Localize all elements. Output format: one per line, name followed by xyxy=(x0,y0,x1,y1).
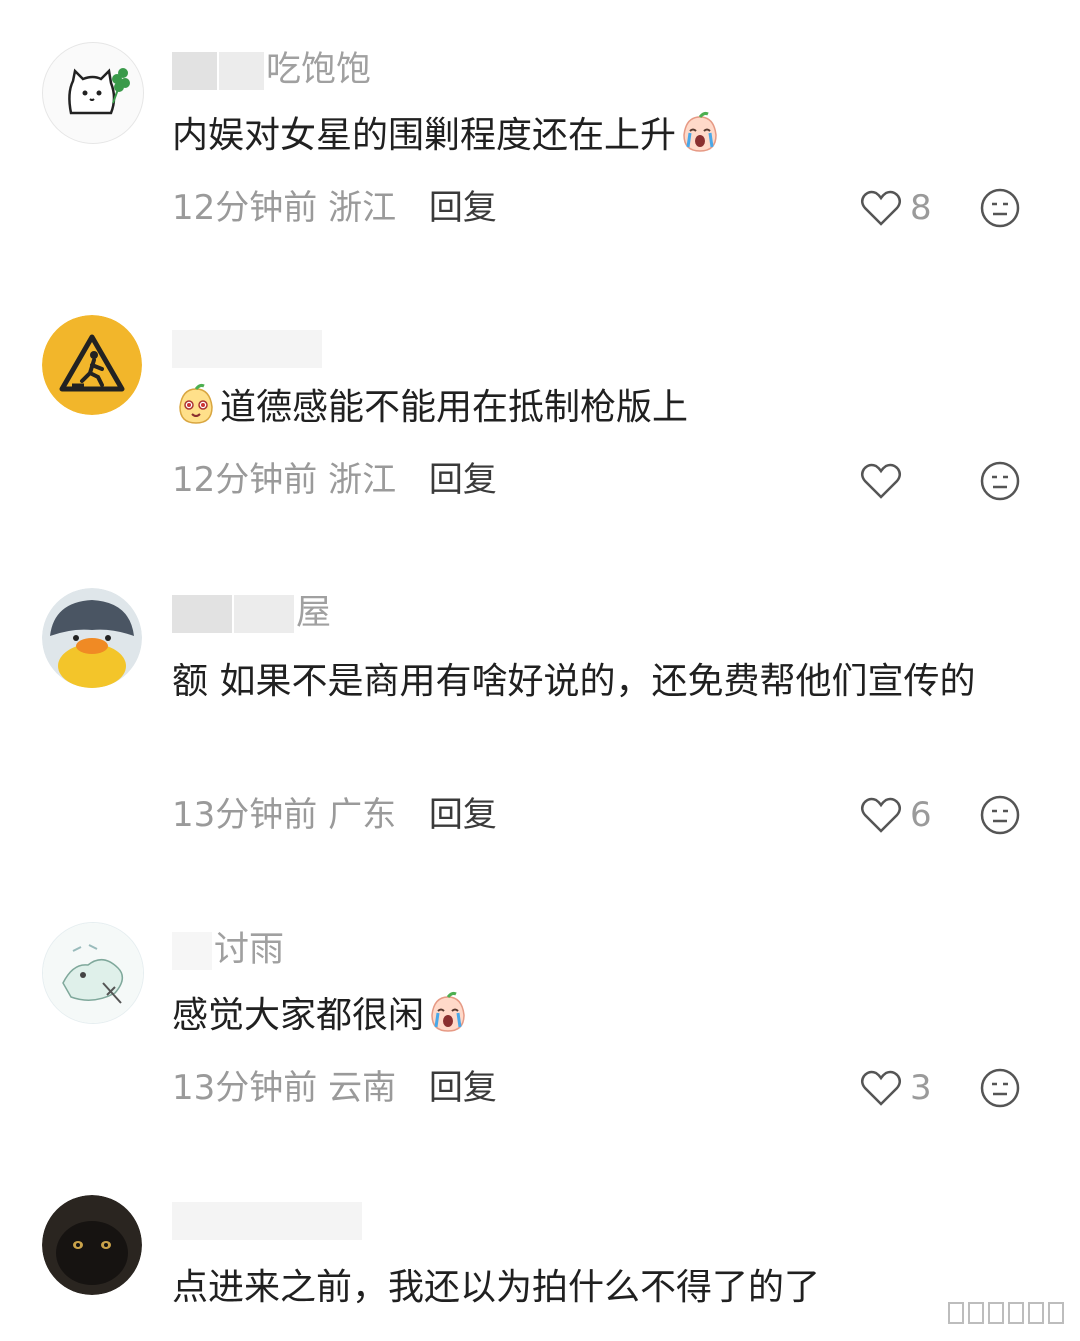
comment-text: 感觉大家都很闲 xyxy=(172,986,1012,1046)
comment-location: 浙江 xyxy=(328,188,397,228)
comment-time: 12分钟前 xyxy=(172,460,318,500)
comment-time: 12分钟前 xyxy=(172,188,318,228)
user-avatar[interactable] xyxy=(42,315,142,415)
blurred-username xyxy=(234,595,294,633)
neutral-face-icon xyxy=(980,795,1020,835)
like-button[interactable]: 3 xyxy=(860,1066,932,1110)
reply-button[interactable]: 回复 xyxy=(429,460,497,500)
blurred-username xyxy=(219,52,264,90)
user-avatar[interactable] xyxy=(42,1195,142,1295)
username[interactable]: 讨雨 xyxy=(172,930,284,970)
blurred-username xyxy=(172,595,232,633)
comment-time: 13分钟前 xyxy=(172,795,318,835)
comment-meta: 13分钟前 云南 回复 xyxy=(172,1068,497,1108)
heart-icon xyxy=(861,1070,901,1106)
user-avatar[interactable] xyxy=(42,42,144,144)
user-avatar[interactable] xyxy=(42,588,142,688)
username[interactable] xyxy=(172,1200,364,1240)
username[interactable]: 屋 xyxy=(172,593,331,633)
username[interactable] xyxy=(172,328,324,368)
blurred-username xyxy=(172,1202,362,1240)
reply-button[interactable]: 回复 xyxy=(429,1068,497,1108)
comment-text: 额 如果不是商用有啥好说的，还免费帮他们宣传的 xyxy=(172,661,976,702)
like-button[interactable] xyxy=(860,459,910,503)
blurred-username xyxy=(172,330,322,368)
neutral-face-icon xyxy=(980,188,1020,228)
heart-icon xyxy=(861,463,901,499)
dislike-button[interactable] xyxy=(978,793,1022,837)
black-cat-avatar-icon xyxy=(42,1195,142,1295)
comment-location: 广东 xyxy=(328,795,397,835)
like-button[interactable]: 6 xyxy=(860,793,932,837)
like-count: 3 xyxy=(910,1068,932,1108)
heart-icon xyxy=(861,190,901,226)
blurred-username xyxy=(172,52,217,90)
caution-sign-avatar-icon xyxy=(42,315,142,415)
comment-text: 内娱对女星的围剿程度还在上升 xyxy=(172,106,1012,166)
comment-text: 点进来之前，我还以为拍什么不得了的了 xyxy=(172,1267,821,1308)
user-avatar[interactable] xyxy=(42,922,144,1024)
comment-meta: 12分钟前 浙江 回复 xyxy=(172,460,497,500)
comment-location: 云南 xyxy=(328,1068,397,1108)
cat-clover-avatar-icon xyxy=(43,43,143,143)
username[interactable]: 吃饱饱 xyxy=(172,50,371,90)
dislike-button[interactable] xyxy=(978,1066,1022,1110)
like-count: 8 xyxy=(910,188,932,228)
peach-face-emoji-icon xyxy=(179,383,213,424)
comment-meta: 12分钟前 浙江 回复 xyxy=(172,188,497,228)
blurred-username xyxy=(172,932,212,970)
dislike-button[interactable] xyxy=(978,459,1022,503)
comment-time: 13分钟前 xyxy=(172,1068,318,1108)
reply-button[interactable]: 回复 xyxy=(429,795,497,835)
reply-button[interactable]: 回复 xyxy=(429,188,497,228)
heart-icon xyxy=(861,797,901,833)
duck-hat-avatar-icon xyxy=(42,588,142,688)
like-count: 6 xyxy=(910,795,932,835)
watermark-logo xyxy=(943,1299,1068,1327)
dislike-button[interactable] xyxy=(978,186,1022,230)
comment-location: 浙江 xyxy=(328,460,397,500)
comment-text: 道德感能不能用在抵制枪版上 xyxy=(172,378,1012,438)
neutral-face-icon xyxy=(980,461,1020,501)
like-button[interactable]: 8 xyxy=(860,186,932,230)
sketch-avatar-icon xyxy=(43,923,143,1023)
comment-meta: 13分钟前 广东 回复 xyxy=(172,795,497,835)
crying-peach-emoji-icon xyxy=(431,991,465,1032)
crying-peach-emoji-icon xyxy=(683,111,717,152)
neutral-face-icon xyxy=(980,1068,1020,1108)
